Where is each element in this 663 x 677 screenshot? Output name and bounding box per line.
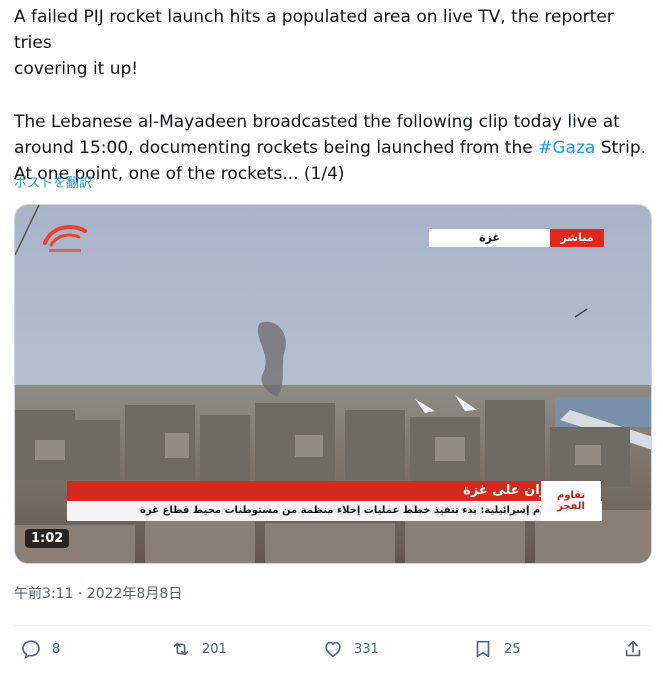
tweet-text-line: The Lebanese al-Mayadeen broadcasted the… — [14, 112, 620, 132]
program-logo: تقاوم الفجر — [541, 481, 601, 521]
ticker-headline: العدوان على غزة — [67, 481, 602, 501]
al-mayadeen-logo-icon — [43, 225, 87, 252]
news-ticker: العدوان على غزة وسائل إعلام إسرائيلية: ب… — [67, 481, 602, 521]
program-title-line: الفجر — [557, 501, 585, 512]
bookmark-count: 25 — [504, 641, 521, 657]
live-label: مباشر — [550, 229, 604, 247]
heart-icon — [325, 641, 341, 658]
program-title-line: تقاوم — [556, 490, 586, 501]
bookmark-button[interactable]: 25 — [472, 638, 521, 660]
divider — [14, 625, 652, 626]
hashtag-link[interactable]: #Gaza — [538, 138, 595, 158]
reply-icon — [22, 640, 40, 659]
live-indicator: غزة مباشر — [429, 229, 604, 247]
channel-logo — [41, 221, 91, 255]
action-bar: 8 201 331 25 — [0, 638, 663, 668]
like-button[interactable]: 331 — [322, 638, 379, 660]
tweet-text-segment: around 15:00, documenting rockets being … — [14, 138, 539, 158]
program-title: تقاوم الفجر — [557, 490, 585, 512]
reply-button[interactable]: 8 — [20, 638, 60, 660]
video-duration-badge: 1:02 — [25, 529, 70, 548]
tweet-text-line: At one point, one of the rockets... (1/4… — [14, 164, 345, 184]
share-button[interactable] — [622, 638, 644, 660]
tweet-text-line: around 15:00, documenting rockets being … — [14, 135, 654, 161]
ticker-subline: وسائل إعلام إسرائيلية: بدء تنفيذ خطط عمل… — [67, 501, 602, 521]
like-count: 331 — [354, 641, 379, 657]
tweet-text-segment: Strip. — [595, 138, 647, 158]
retweet-button[interactable]: 201 — [170, 638, 227, 660]
share-icon — [625, 640, 641, 657]
live-location: غزة — [429, 229, 550, 247]
bookmark-icon — [476, 640, 490, 658]
tweet-text-line: A failed PIJ rocket launch hits a popula… — [14, 7, 614, 53]
reply-count: 8 — [52, 641, 61, 657]
video-player[interactable]: غزة مباشر العدوان على غزة وسائل إعلام إس… — [14, 204, 652, 564]
tweet-timestamp[interactable]: 午前3:11 · 2022年8月8日 — [14, 583, 182, 603]
translate-post-link[interactable]: ポストを翻訳 — [14, 172, 92, 191]
retweet-icon — [173, 642, 189, 656]
tweet-text: A failed PIJ rocket launch hits a popula… — [14, 4, 654, 187]
tweet-text-line: covering it up! — [14, 59, 139, 79]
retweet-count: 201 — [202, 641, 227, 657]
